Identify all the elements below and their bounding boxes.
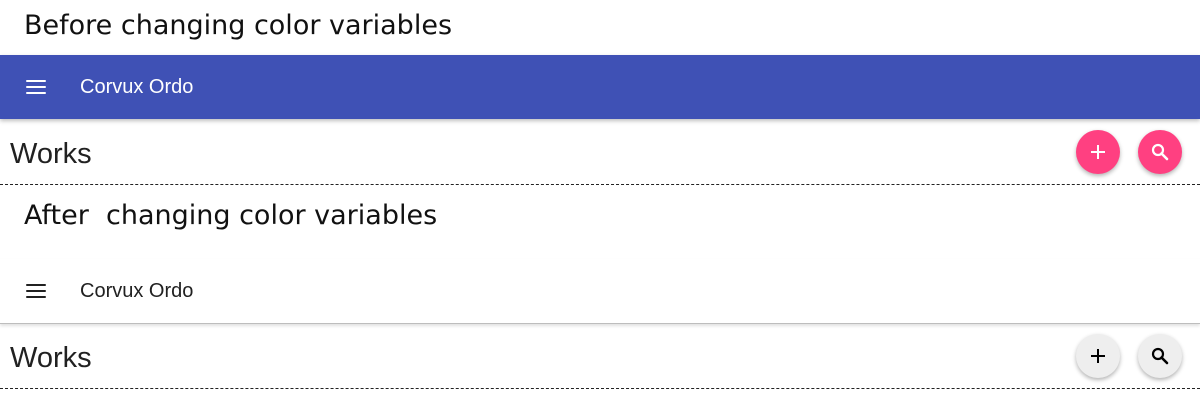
- add-icon: [1091, 145, 1105, 159]
- search-icon: [1151, 143, 1169, 161]
- after-works-section: Works: [0, 324, 1200, 389]
- section-heading: Works: [10, 138, 92, 170]
- menu-icon[interactable]: [20, 275, 52, 307]
- app-title: Corvux Ordo: [80, 279, 194, 302]
- after-caption: After changing color variables: [24, 200, 438, 231]
- section-heading: Works: [10, 342, 92, 374]
- before-works-section: Works: [0, 120, 1200, 185]
- menu-icon[interactable]: [20, 71, 52, 103]
- app-title: Corvux Ordo: [80, 75, 194, 98]
- before-toolbar: Corvux Ordo: [0, 55, 1200, 119]
- add-icon: [1091, 349, 1105, 363]
- search-button[interactable]: [1138, 130, 1182, 174]
- after-toolbar: Corvux Ordo: [0, 259, 1200, 324]
- search-icon: [1151, 347, 1169, 365]
- add-button[interactable]: [1076, 130, 1120, 174]
- before-caption: Before changing color variables: [24, 10, 453, 41]
- add-button[interactable]: [1076, 334, 1120, 378]
- search-button[interactable]: [1138, 334, 1182, 378]
